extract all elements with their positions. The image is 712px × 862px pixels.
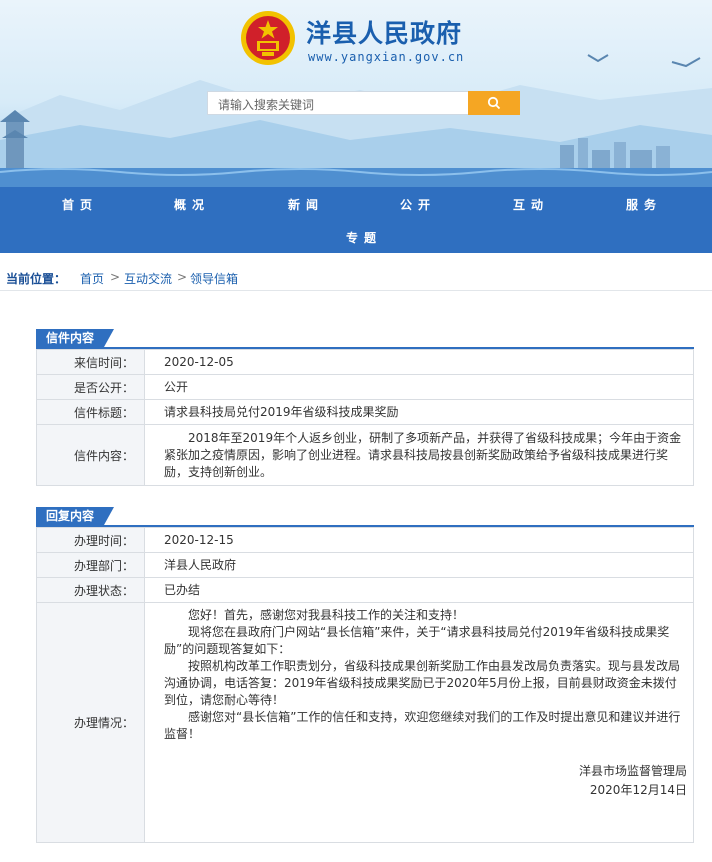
search-button[interactable] (468, 91, 520, 115)
nav-item-public[interactable]: 公开 (400, 196, 436, 213)
header-banner: 洋县人民政府 www.yangxian.gov.cn 请输入搜索关键词 (0, 0, 712, 187)
letter-title-label: 信件标题： (36, 399, 145, 425)
table-row: 是否公开： 公开 (36, 374, 694, 400)
letter-table: 来信时间： 2020-12-05 是否公开： 公开 信件标题： 请求县科技局兑付… (36, 349, 694, 486)
nav-item-topics[interactable]: 专题 (346, 229, 382, 246)
breadcrumb-label: 当前位置： (6, 272, 67, 286)
table-row: 办理时间： 2020-12-15 (36, 527, 694, 553)
letter-date-value: 2020-12-05 (144, 349, 694, 375)
letter-section-title: 信件内容 (36, 329, 115, 347)
reply-date-label: 办理时间： (36, 527, 145, 553)
reply-department-value: 洋县人民政府 (144, 552, 694, 578)
breadcrumb: 当前位置： 首页 > 互动交流 > 领导信箱 (0, 264, 712, 291)
reply-detail-label: 办理情况： (36, 602, 145, 843)
reply-section-title: 回复内容 (36, 507, 115, 525)
national-emblem-icon (241, 11, 295, 65)
nav-item-home[interactable]: 首页 (62, 196, 98, 213)
reply-paragraph: 感谢您对“县长信箱”工作的信任和支持，欢迎您继续对我们的工作及时提出意见和建议并… (164, 710, 681, 741)
breadcrumb-separator: > (110, 270, 121, 284)
letter-date-label: 来信时间： (36, 349, 145, 375)
main-nav: 首页 概况 新闻 公开 互动 服务 专题 (0, 187, 712, 253)
nav-item-news[interactable]: 新闻 (288, 196, 324, 213)
breadcrumb-home-link[interactable]: 首页 (80, 270, 104, 287)
reply-paragraph: 现将您在县政府门户网站“县长信箱”来件，关于“请求县科技局兑付2019年省级科技… (164, 625, 670, 656)
reply-paragraph: 按照机构改革工作职责划分，省级科技成果创新奖励工作由县发改局负责落实。现与县发改… (164, 659, 681, 707)
breadcrumb-separator: > (177, 270, 188, 284)
table-row: 办理部门： 洋县人民政府 (36, 552, 694, 578)
breadcrumb-interaction-link[interactable]: 互动交流 (124, 270, 172, 287)
letter-public-label: 是否公开： (36, 374, 145, 400)
nav-item-interaction[interactable]: 互动 (513, 196, 549, 213)
search-icon (487, 96, 501, 110)
table-row: 来信时间： 2020-12-05 (36, 349, 694, 375)
breadcrumb-mailbox-link[interactable]: 领导信箱 (190, 270, 238, 287)
reply-status-label: 办理状态： (36, 577, 145, 603)
search-input[interactable]: 请输入搜索关键词 (207, 91, 469, 115)
reply-table: 办理时间： 2020-12-15 办理部门： 洋县人民政府 办理状态： 已办结 … (36, 527, 694, 843)
table-row: 办理情况： 您好！首先，感谢您对我县科技工作的关注和支持！ 现将您在县政府门户网… (36, 602, 694, 843)
site-title: 洋县人民政府 (306, 19, 463, 48)
reply-paragraph: 您好！首先，感谢您对我县科技工作的关注和支持！ (188, 608, 465, 622)
reply-signature: 洋县市场监督管理局 (578, 764, 687, 778)
reply-detail-value: 您好！首先，感谢您对我县科技工作的关注和支持！ 现将您在县政府门户网站“县长信箱… (144, 602, 694, 843)
reply-date-value: 2020-12-15 (144, 527, 694, 553)
table-row: 信件内容： 2018年至2019年个人返乡创业，研制了多项新产品，并获得了省级科… (36, 424, 694, 486)
letter-content-label: 信件内容： (36, 424, 145, 486)
nav-item-services[interactable]: 服务 (626, 196, 662, 213)
nav-item-overview[interactable]: 概况 (174, 196, 210, 213)
table-row: 办理状态： 已办结 (36, 577, 694, 603)
reply-department-label: 办理部门： (36, 552, 145, 578)
reply-date: 2020年12月14日 (589, 783, 687, 797)
reply-status-value: 已办结 (144, 577, 694, 603)
letter-title-value: 请求县科技局兑付2019年省级科技成果奖励 (144, 399, 694, 425)
letter-public-value: 公开 (144, 374, 694, 400)
letter-content-value: 2018年至2019年个人返乡创业，研制了多项新产品，并获得了省级科技成果；今年… (144, 424, 694, 486)
site-url: www.yangxian.gov.cn (308, 50, 465, 64)
table-row: 信件标题： 请求县科技局兑付2019年省级科技成果奖励 (36, 399, 694, 425)
